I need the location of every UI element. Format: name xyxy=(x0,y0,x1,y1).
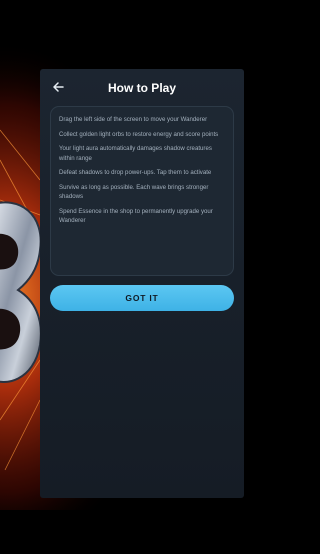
dialog-title: How to Play xyxy=(107,81,176,95)
instructions-panel: Drag the left side of the screen to move… xyxy=(50,106,234,276)
screen: How to Play Drag the left side of the sc… xyxy=(0,0,300,554)
dialog-header: How to Play xyxy=(40,69,244,107)
instruction-item: Drag the left side of the screen to move… xyxy=(59,116,208,123)
instruction-item: Survive as long as possible. Each wave b… xyxy=(59,183,209,201)
got-it-button[interactable]: GOT IT xyxy=(50,285,234,311)
how-to-play-dialog: How to Play Drag the left side of the sc… xyxy=(40,69,244,498)
instruction-item: Your light aura automatically damages sh… xyxy=(59,145,212,162)
instruction-item: Collect golden light orbs to restore ene… xyxy=(59,130,219,138)
instruction-item: Spend Essence in the shop to permanently… xyxy=(59,207,213,225)
instruction-item: Defeat shadows to drop power-ups. Tap th… xyxy=(59,169,212,176)
